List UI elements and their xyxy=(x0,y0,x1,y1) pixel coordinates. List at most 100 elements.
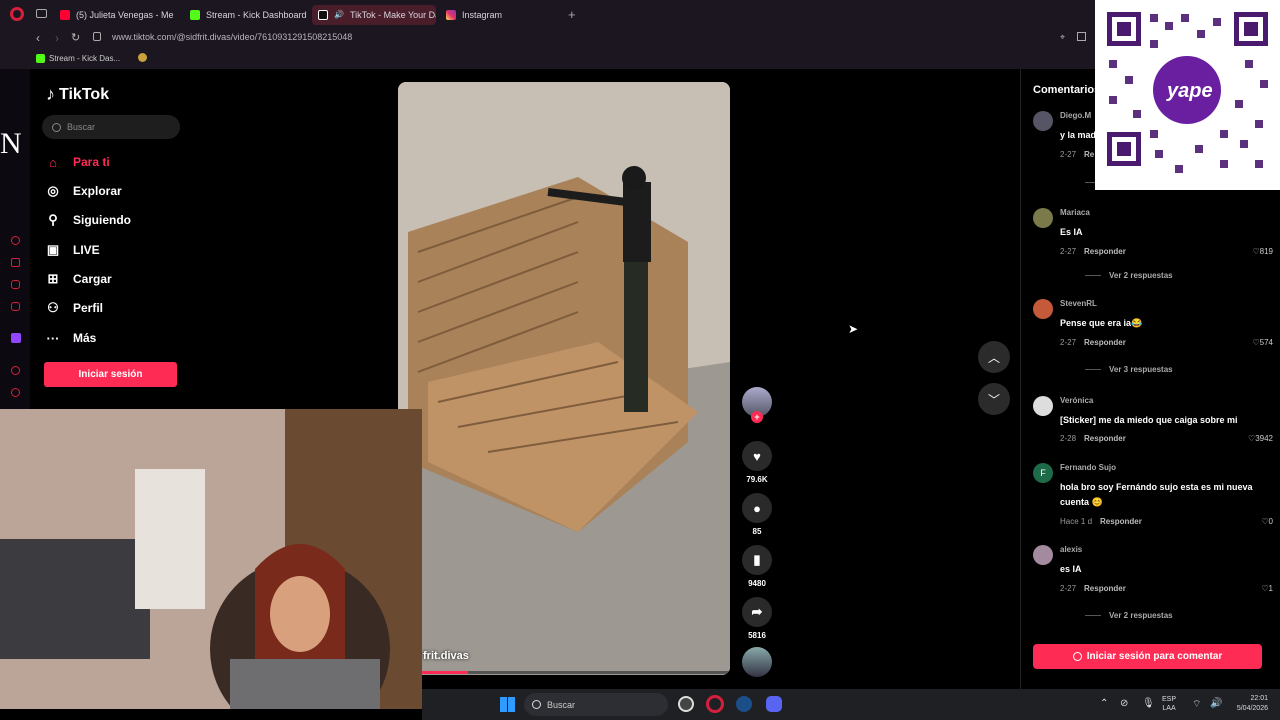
back-icon[interactable]: ‹ xyxy=(36,31,40,45)
previous-video-button[interactable]: ︿ xyxy=(978,341,1010,373)
tray-chevron-icon[interactable]: ⌃ xyxy=(1100,698,1108,709)
sidebar-instagram-icon[interactable] xyxy=(11,302,20,311)
avatar[interactable] xyxy=(1033,545,1053,565)
nav-mas[interactable]: ··· Más xyxy=(45,330,97,346)
video-player[interactable]: frit.divas xyxy=(398,82,730,675)
sound-icon[interactable]: 🔊 xyxy=(334,10,344,20)
steam-icon[interactable] xyxy=(736,696,752,712)
sidebar-history-icon[interactable] xyxy=(11,236,20,245)
opera-taskbar-icon[interactable] xyxy=(706,695,724,713)
comment-likes[interactable]: ♡0 xyxy=(1261,517,1273,526)
comment-likes[interactable]: ♡3942 xyxy=(1248,434,1273,443)
compass-icon: ◎ xyxy=(47,183,59,198)
login-button[interactable]: Iniciar sesión xyxy=(44,362,177,387)
tab-kick[interactable]: Stream - Kick Dashboard xyxy=(184,5,306,25)
like-button[interactable]: ♥ 79.6K xyxy=(739,441,775,484)
comment-icon: ● xyxy=(742,493,772,523)
music-disc[interactable] xyxy=(739,647,775,681)
bookmark-icon: ▮ xyxy=(742,545,772,575)
video-author[interactable]: frit.divas xyxy=(423,650,469,662)
comment-likes[interactable]: ♡1 xyxy=(1261,584,1273,593)
nav-perfil[interactable]: ⚇ Perfil xyxy=(45,300,103,316)
tray-wifi-icon[interactable]: ⌔ xyxy=(1192,698,1201,711)
comment-button[interactable]: ● 85 xyxy=(739,493,775,536)
comment-meta: 2-27 Re xyxy=(1060,150,1095,159)
tiktok-note-icon: ♪ xyxy=(46,84,55,104)
sidebar-bag-icon[interactable] xyxy=(11,258,20,267)
reload-icon[interactable]: ↻ xyxy=(71,31,80,44)
reply-link[interactable]: Responder xyxy=(1084,584,1126,593)
avatar[interactable] xyxy=(1033,208,1053,228)
view-replies[interactable]: Ver 2 respuestas xyxy=(1085,271,1173,280)
comment-likes[interactable]: ♡574 xyxy=(1252,338,1273,347)
comment-user[interactable]: StevenRL xyxy=(1060,299,1097,308)
comment-item: StevenRL Pense que era ia😂 2-27 Responder… xyxy=(1033,299,1273,374)
comment-user[interactable]: Fernando Sujo xyxy=(1060,463,1116,472)
comment-user[interactable]: Mariaca xyxy=(1060,208,1090,217)
comment-user[interactable]: Diego.M xyxy=(1060,111,1091,120)
tray-volume-icon[interactable]: 🔊 xyxy=(1210,698,1222,709)
view-replies[interactable]: Ver 2 respuestas xyxy=(1085,611,1173,620)
nav-siguiendo[interactable]: ⚲ Siguiendo xyxy=(45,212,131,228)
avatar[interactable] xyxy=(1033,111,1053,131)
search-input[interactable]: Buscar xyxy=(42,115,180,139)
heart-icon: ♥ xyxy=(742,441,772,471)
taskbar-search-input[interactable]: Buscar xyxy=(524,693,668,716)
nav-live[interactable]: ▣ LIVE xyxy=(45,242,100,258)
bookmark-emoji-icon[interactable] xyxy=(138,53,147,62)
windows-taskbar: Buscar ⌃ ⊘ 🎙 ESP LAA ⌔ 🔊 22:01 5/04/2026 xyxy=(422,689,1280,720)
language-indicator[interactable]: ESP LAA xyxy=(1162,695,1176,713)
comment-likes[interactable]: ♡819 xyxy=(1252,247,1273,256)
new-tab-button[interactable]: + xyxy=(568,7,576,22)
reply-link[interactable]: Responder xyxy=(1084,434,1126,443)
sidebar-twitch-icon[interactable] xyxy=(11,333,21,343)
tray-mic-icon[interactable]: 🎙 xyxy=(1142,698,1155,709)
save-button[interactable]: ▮ 9480 xyxy=(739,545,775,588)
discord-icon[interactable] xyxy=(766,696,782,712)
sidebar-clock-icon[interactable] xyxy=(11,388,20,397)
video-progress-bar[interactable] xyxy=(398,671,730,674)
comment-item: Mariaca Es IA 2-27 Responder ♡819 Ver 2 r… xyxy=(1033,208,1273,283)
tab-tiktok[interactable]: 🔊 TikTok - Make Your Da xyxy=(312,5,436,25)
sidebar-player-icon[interactable] xyxy=(11,366,20,375)
tab-overview-icon[interactable] xyxy=(36,9,47,18)
avatar[interactable] xyxy=(1033,299,1053,319)
reply-link[interactable]: Responder xyxy=(1100,517,1142,526)
comment-user[interactable]: alexis xyxy=(1060,545,1082,554)
tab-youtube[interactable]: (5) Julieta Venegas - Me V xyxy=(54,5,174,25)
live-icon: ▣ xyxy=(46,242,60,257)
reply-link[interactable]: Responder xyxy=(1084,338,1126,347)
reply-link[interactable]: Re xyxy=(1084,150,1094,159)
comment-user[interactable]: Verónica xyxy=(1060,396,1093,405)
reply-link[interactable]: Responder xyxy=(1084,247,1126,256)
avatar[interactable] xyxy=(1033,396,1053,416)
pin-icon[interactable]: ⌖ xyxy=(1060,32,1065,43)
author-avatar[interactable]: + xyxy=(739,387,775,423)
view-replies[interactable]: Ver 3 respuestas xyxy=(1085,365,1173,374)
tab-instagram[interactable]: Instagram xyxy=(440,5,540,25)
clock[interactable]: 22:01 5/04/2026 xyxy=(1228,694,1268,714)
sidebar-messenger-icon[interactable] xyxy=(11,280,20,289)
follow-plus-icon[interactable]: + xyxy=(751,411,763,423)
bookmark-kick[interactable]: Stream - Kick Das... xyxy=(49,54,120,63)
tab-label: Stream - Kick Dashboard xyxy=(206,10,306,20)
login-to-comment-button[interactable]: Iniciar sesión para comentar xyxy=(1033,644,1262,669)
comment-meta: Hace 1 d Responder xyxy=(1060,517,1142,526)
lock-icon xyxy=(93,32,101,41)
chrome-like-icon[interactable] xyxy=(678,696,694,712)
share-button[interactable]: ➦ 5816 xyxy=(739,597,775,640)
tiktok-logo[interactable]: ♪ TikTok xyxy=(46,84,109,105)
avatar[interactable]: F xyxy=(1033,463,1053,483)
comment-bubble-icon xyxy=(1072,652,1082,661)
nav-para-ti[interactable]: ⌂ Para ti xyxy=(45,154,110,170)
tray-network-icon[interactable]: ⊘ xyxy=(1120,698,1128,709)
url-field[interactable]: www.tiktok.com/@sidfrit.divas/video/7610… xyxy=(112,32,352,42)
snapshot-icon[interactable] xyxy=(1077,32,1086,41)
next-video-button[interactable]: ﹀ xyxy=(978,383,1010,415)
nav-explorar[interactable]: ◎ Explorar xyxy=(45,183,121,199)
forward-icon[interactable]: › xyxy=(55,31,59,45)
opera-logo-icon[interactable] xyxy=(10,7,24,21)
windows-start-icon[interactable] xyxy=(500,697,515,712)
chevron-up-icon: ︿ xyxy=(987,350,1000,365)
nav-cargar[interactable]: ⊞ Cargar xyxy=(45,271,112,287)
